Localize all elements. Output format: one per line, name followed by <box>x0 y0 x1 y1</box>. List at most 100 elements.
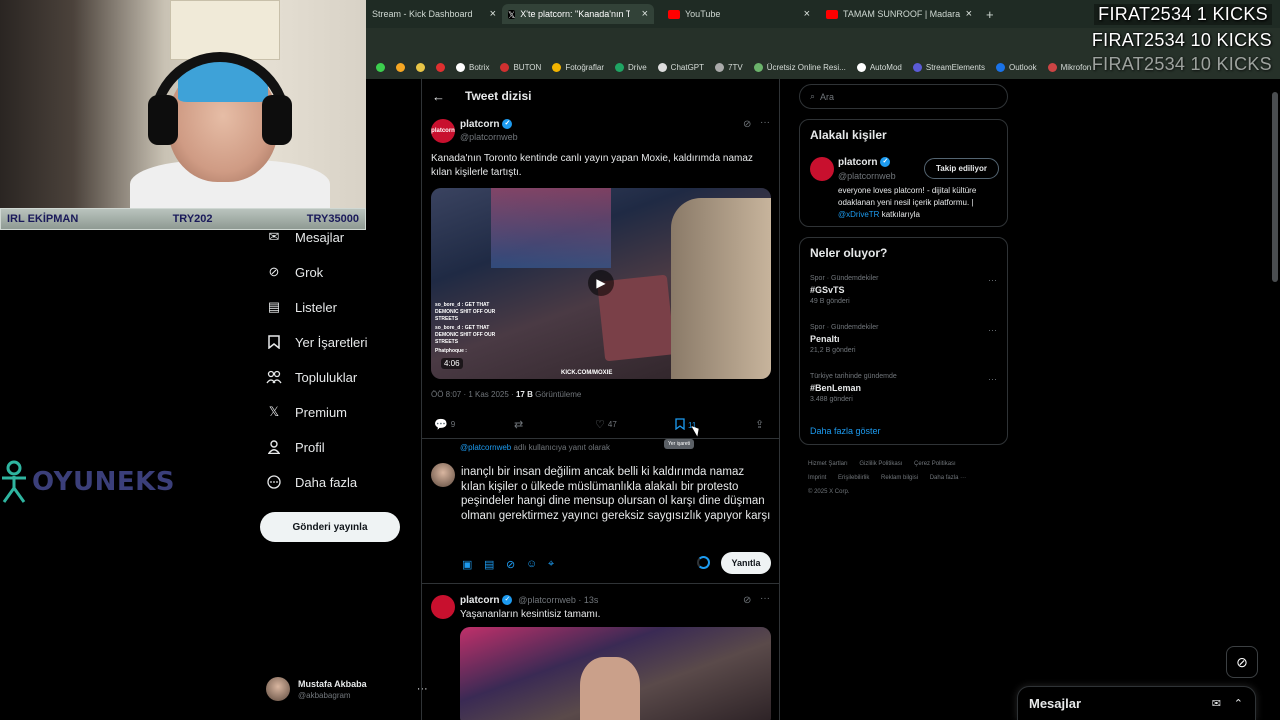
thread-column: ← Tweet dizisi platcorn platcorn ✓ @platc… <box>421 79 780 720</box>
reply-input[interactable]: inançlı bir insan değilim ancak belli ki… <box>461 465 771 523</box>
kick-alert: FIRAT2534 1 KICKS <box>1094 4 1272 25</box>
nav-label: Yer İşaretleri <box>295 334 368 350</box>
retweet-button[interactable]: ⇄ <box>514 418 523 431</box>
nav-bookmarks[interactable]: Yer İşaretleri <box>266 334 368 350</box>
account-switcher[interactable]: Mustafa Akbaba @akbabagram ··· <box>266 677 428 701</box>
footer-link[interactable]: Reklam bilgisi <box>881 475 918 481</box>
bookmark-icon-only[interactable] <box>416 62 425 72</box>
nav-more[interactable]: Daha fazla <box>266 474 357 490</box>
kick-alert: FIRAT2534 10 KICKS <box>1091 30 1272 50</box>
nav-profile[interactable]: Profil <box>266 439 325 455</box>
nav-lists[interactable]: ▤ Listeler <box>266 299 337 315</box>
bookmark-drive[interactable]: Drive <box>615 62 647 72</box>
tweet-author[interactable]: platcorn ✓ @platcornweb · 13s <box>460 595 598 606</box>
tab-close-icon[interactable]: × <box>804 8 810 20</box>
account-name: Mustafa Akbaba <box>298 678 367 689</box>
expand-icon[interactable]: ⌃ <box>1234 697 1243 710</box>
reply-submit-button[interactable]: Yanıtla <box>721 552 771 574</box>
bookmark-automod[interactable]: AutoMod <box>856 62 902 72</box>
following-button[interactable]: Takip ediliyor <box>924 158 999 179</box>
footer-link[interactable]: Erişilebilirlik <box>838 475 869 481</box>
youtube-icon <box>826 9 838 19</box>
more-dots-icon[interactable]: ··· <box>988 374 997 384</box>
more-dots-icon[interactable]: ··· <box>988 325 997 335</box>
x-premium-icon: 𝕏 <box>268 404 280 419</box>
scrollbar[interactable] <box>1272 92 1278 282</box>
play-icon[interactable]: ▶ <box>588 270 614 296</box>
footer-link[interactable]: Daha fazla ··· <box>930 475 966 481</box>
reply-button[interactable]: 💬 9 <box>434 418 455 431</box>
tweet-video[interactable] <box>460 627 771 720</box>
footer-link[interactable]: Çerez Politikası <box>914 461 956 467</box>
tweet-handle[interactable]: @platcornweb <box>460 132 518 142</box>
bookmark-buton[interactable]: BUTON <box>500 62 541 72</box>
tab-tamam-sunroof[interactable]: TAMAM SUNROOF | Madara O × <box>820 4 978 24</box>
show-more-link[interactable]: Daha fazla göster <box>810 426 881 436</box>
trend-item[interactable]: Türkiye tarihinde gündemde #BenLeman 3.4… <box>810 373 897 403</box>
tab-kick-dashboard[interactable]: Stream - Kick Dashboard × <box>366 4 502 24</box>
bookmark-icon-only[interactable] <box>436 62 445 72</box>
share-button[interactable]: ⇪ <box>755 418 764 431</box>
trend-item[interactable]: Spor · Gündemdekiler Penaltı 21,2 B gönd… <box>810 324 878 354</box>
grok-icon[interactable]: ⊘ <box>743 119 751 130</box>
bookmark-outlook[interactable]: Outlook <box>996 62 1037 72</box>
tab-close-icon[interactable]: × <box>966 8 972 20</box>
grok-floating-button[interactable]: ⊘ <box>1226 646 1258 678</box>
related-name[interactable]: platcorn ✓ <box>838 157 891 168</box>
bookmark-fotograflar[interactable]: Fotoğraflar <box>552 62 604 72</box>
bookmark-mikrofon[interactable]: Mikrofon <box>1047 62 1091 72</box>
chat-overlay: so_bore_d : GET THAT DEMONIC SHIT OFF OU… <box>435 302 496 354</box>
tweet-video[interactable]: so_bore_d : GET THAT DEMONIC SHIT OFF OU… <box>431 188 771 379</box>
footer-link[interactable]: Gizlilik Politikası <box>859 461 902 467</box>
gif-icon[interactable]: ▤ <box>484 558 494 571</box>
emoji-icon[interactable]: ☺ <box>526 558 537 570</box>
tab-x-platcorn[interactable]: 𝕏 X'te platcorn: "Kanada'nın Toron × <box>502 4 654 24</box>
tweet-author[interactable]: platcorn ✓ <box>460 119 513 130</box>
bookmark-icon-only[interactable] <box>396 62 405 72</box>
more-dots-icon[interactable]: ··· <box>988 275 997 285</box>
mail-icon: ✉ <box>268 229 280 244</box>
new-tab-button[interactable]: + <box>980 4 1000 24</box>
search-icon: ⌕ <box>810 91 816 101</box>
nav-premium[interactable]: 𝕏 Premium <box>266 404 347 420</box>
like-button[interactable]: ♡ 47 <box>595 418 617 431</box>
reply-icon: 💬 <box>434 419 448 431</box>
tooltip: Yer işareti <box>664 439 695 449</box>
trend-item[interactable]: Spor · Gündemdekiler #GSvTS 49 B gönderi <box>810 275 878 305</box>
footer-link[interactable]: Imprint <box>808 475 826 481</box>
grok-icon[interactable]: ⊘ <box>506 558 515 571</box>
nav-messages[interactable]: ✉ Mesajlar <box>266 229 345 245</box>
tab-youtube[interactable]: YouTube × <box>662 4 816 24</box>
bookmark-icon-only[interactable] <box>376 62 385 72</box>
search-input[interactable]: ⌕ Ara <box>799 84 1008 109</box>
avatar[interactable] <box>431 595 455 619</box>
bookmark-streamelements[interactable]: StreamElements <box>912 62 985 72</box>
tab-close-icon[interactable]: × <box>490 8 496 20</box>
tweet-text: Yaşananların kesintisiz tamamı. <box>460 609 601 620</box>
messages-drawer[interactable]: Mesajlar ✉ ⌃ <box>1017 686 1256 720</box>
avatar[interactable] <box>810 157 834 181</box>
more-dots-icon[interactable]: ··· <box>760 593 770 604</box>
post-button[interactable]: Gönderi yayınla <box>260 512 400 542</box>
nav-grok[interactable]: ⊘ Grok <box>266 264 324 280</box>
more-dots-icon[interactable]: ··· <box>760 117 770 128</box>
avatar <box>431 463 455 487</box>
bookmark-botrix[interactable]: Botrix <box>456 62 489 72</box>
compose-message-icon[interactable]: ✉ <box>1212 697 1221 710</box>
avatar[interactable]: platcorn <box>431 119 455 143</box>
bookmark-chatgpt[interactable]: ChatGPT <box>657 62 704 72</box>
grok-icon[interactable]: ⊘ <box>743 595 751 606</box>
footer-link[interactable]: Hizmet Şartları <box>808 461 848 467</box>
bookmark-ucretsiz[interactable]: Ücretsiz Online Resi... <box>753 62 846 72</box>
mouse-cursor <box>691 423 702 437</box>
tab-close-icon[interactable]: × <box>642 8 648 20</box>
x-logo-icon: 𝕏 <box>508 9 516 20</box>
card-title: Neler oluyor? <box>810 246 888 260</box>
nav-communities[interactable]: Topluluklar <box>266 369 357 385</box>
back-arrow-icon[interactable]: ← <box>432 89 445 104</box>
image-icon[interactable]: ▣ <box>462 558 472 571</box>
location-icon[interactable]: ⌖ <box>548 558 554 571</box>
bookmark-7tv[interactable]: 7TV <box>715 62 743 72</box>
tweet-text: Kanada'nın Toronto kentinde canlı yayın … <box>431 153 753 178</box>
sponsor-logo: OYUNEKS <box>0 460 175 504</box>
